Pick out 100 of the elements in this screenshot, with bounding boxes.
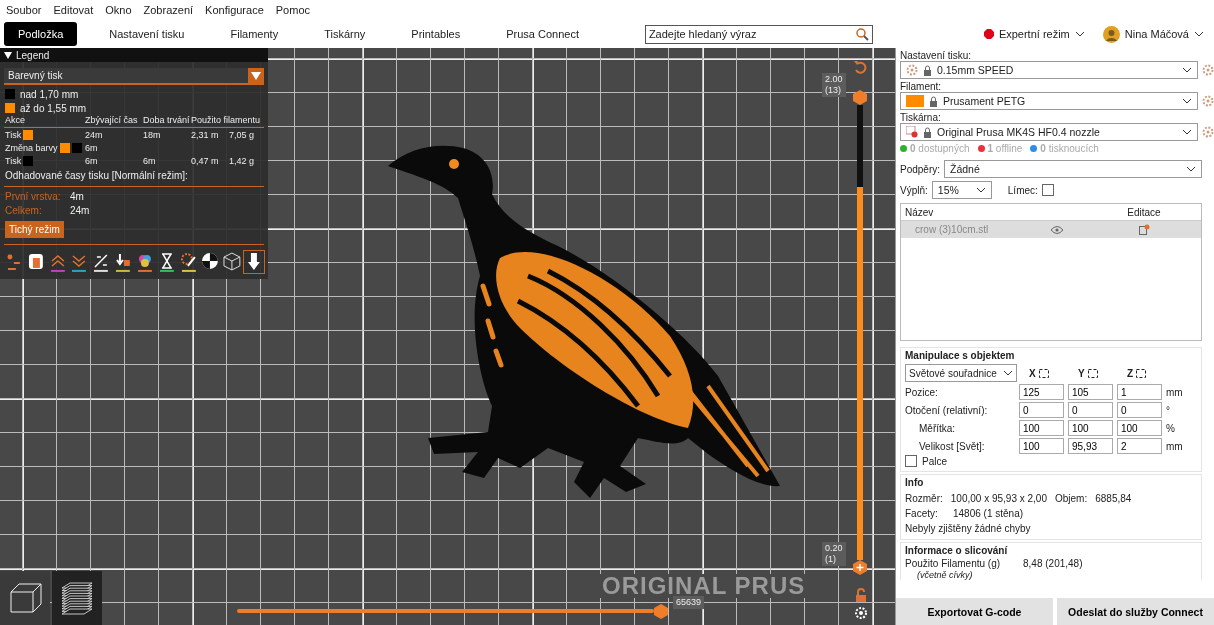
print-settings-dropdown[interactable]: 0.15mm SPEED: [900, 61, 1198, 79]
input-field[interactable]: 125: [1019, 384, 1064, 400]
section-title: Info: [905, 477, 925, 488]
stat-label: První vrstva:: [5, 190, 62, 202]
tool-marker-icon[interactable]: [244, 251, 264, 273]
info-value: 6885,84: [1095, 493, 1132, 504]
printer-status-icon: [906, 126, 918, 138]
menu-item[interactable]: Editovat: [53, 4, 94, 16]
axis-label: Y: [1078, 367, 1085, 379]
input-field[interactable]: 100: [1019, 420, 1064, 436]
menu-item[interactable]: Konfigurace: [205, 4, 264, 16]
field-label: Filament:: [900, 81, 943, 92]
tab[interactable]: Podložka: [4, 22, 78, 46]
user-name: Nina Máčová: [1124, 28, 1189, 40]
undo-icon[interactable]: [853, 60, 867, 74]
slider-thumb[interactable]: [654, 604, 668, 619]
legend-header[interactable]: Legend: [0, 48, 268, 62]
brim-checkbox[interactable]: [1041, 184, 1054, 196]
info-value: 100,00 x 95,93 x 2,00: [950, 493, 1047, 504]
arrow-down-icon[interactable]: [113, 251, 133, 273]
mode-label: Expertní režim: [998, 28, 1070, 40]
filament-dropdown[interactable]: Prusament PETG: [900, 92, 1198, 110]
silent-mode-button[interactable]: Tichý režim: [5, 221, 64, 238]
column-header: Zbývající čas: [85, 115, 139, 125]
tab[interactable]: Nastavení tisku: [95, 22, 199, 46]
stat-value: 24m: [70, 204, 90, 216]
layer-tooltip: 0.20 (1): [822, 542, 846, 566]
table-cell-text: 6m: [85, 156, 99, 166]
view-type-dropdown[interactable]: Barevný tisk: [4, 68, 264, 85]
input-field[interactable]: 100: [1117, 420, 1162, 436]
move-tooltip: 65639: [673, 596, 705, 609]
column-header: Doba trvání: [143, 115, 191, 125]
input-field[interactable]: 0: [1068, 402, 1113, 418]
axis-label: X: [1029, 367, 1036, 379]
tab[interactable]: Printables: [397, 22, 475, 46]
slider-thumb[interactable]: [853, 560, 867, 575]
input-field[interactable]: 100: [1019, 438, 1064, 454]
table-cell-text: 2,31 m: [191, 130, 220, 140]
action-label: Změna barvy: [5, 143, 58, 153]
coordinates-dropdown[interactable]: Světové souřadnice: [905, 364, 1017, 382]
chevron-down-icon: [1186, 166, 1196, 172]
preview-button[interactable]: [52, 571, 102, 625]
info-label: Objem:: [1055, 493, 1088, 504]
lock-icon: [929, 95, 938, 107]
stat-label: Celkem:: [5, 204, 43, 216]
input-field[interactable]: 100: [1068, 420, 1113, 436]
printer-status-text: 0 dostupných: [900, 143, 970, 154]
input-field[interactable]: 105: [1068, 384, 1113, 400]
layer-tooltip: 2.00 (13): [822, 73, 846, 97]
wireframe-cube-icon[interactable]: [222, 251, 243, 273]
input-field[interactable]: 0: [1019, 402, 1064, 418]
info-message: Nebyly zjištěny žádné chyby: [905, 523, 1031, 534]
send-to-connect-button[interactable]: Odeslat do služby Connect: [1057, 598, 1214, 625]
menu-item[interactable]: Zobrazení: [143, 4, 194, 16]
axis-icon: [1038, 368, 1049, 378]
tab[interactable]: Prusa Connect: [492, 22, 593, 46]
lock-icon: [923, 64, 932, 76]
inches-checkbox[interactable]: [905, 455, 917, 467]
input-field[interactable]: 95,93: [1068, 438, 1113, 454]
info-label: Rozměr:: [905, 493, 943, 504]
export-gcode-button[interactable]: Exportovat G-code: [896, 598, 1053, 625]
printer-status-text: 0 tisknoucích: [1030, 143, 1099, 154]
infill-dropdown[interactable]: 15%: [931, 181, 992, 199]
menu-item[interactable]: Okno: [105, 4, 132, 16]
menu-item[interactable]: Pomoc: [275, 4, 311, 16]
field-label: Pozice:: [905, 386, 939, 398]
table-cell-text: 7,05 g: [229, 130, 256, 140]
search-field[interactable]: Zadejte hledaný výraz: [644, 24, 873, 44]
input-field[interactable]: 1: [1117, 384, 1162, 400]
layer-slider-track[interactable]: [857, 105, 863, 560]
lock-icon: [923, 126, 932, 138]
mode-selector[interactable]: Expertní režim: [983, 28, 1085, 40]
chevron-down-icon: [1182, 98, 1192, 104]
tab[interactable]: Tiskárny: [310, 22, 380, 46]
field-label: Velikost [Svět]:: [918, 440, 986, 452]
eye-icon[interactable]: [1051, 225, 1063, 234]
input-field[interactable]: 2: [1117, 438, 1162, 454]
unit-label: mm: [1166, 440, 1184, 452]
input-field[interactable]: 0: [1117, 402, 1162, 418]
3d-view-button[interactable]: [0, 571, 50, 625]
stat-value: 4m: [70, 190, 84, 202]
field-label: Tiskárna:: [900, 112, 942, 123]
info-sublabel: (včetně cívky): [916, 569, 973, 580]
pencil-gear-icon[interactable]: [178, 251, 199, 273]
bed-logo-text: ORIGINAL PRUS: [600, 574, 808, 598]
table-cell-text: 0,47 m: [191, 156, 220, 166]
slider-thumb[interactable]: [853, 90, 867, 105]
column-header: Název: [904, 206, 935, 218]
printer-dropdown[interactable]: Original Prusa MK4S HF0.4 nozzle: [900, 123, 1198, 141]
table-cell-text: 1,42 g: [229, 156, 256, 166]
chevron-down-icon: [1182, 67, 1192, 73]
tab[interactable]: Filamenty: [216, 22, 293, 46]
chevron-down-icon: [1182, 129, 1192, 135]
edit-icon[interactable]: [1138, 224, 1150, 235]
table-cell-text: 6m: [85, 143, 99, 153]
unit-label: °: [1166, 404, 1171, 416]
supports-dropdown[interactable]: Žádné: [944, 160, 1202, 178]
info-value: 8,48 (201,48): [1023, 557, 1083, 569]
menu-item[interactable]: Soubor: [6, 4, 42, 16]
user-menu[interactable]: Nina Máčová: [1102, 25, 1204, 43]
